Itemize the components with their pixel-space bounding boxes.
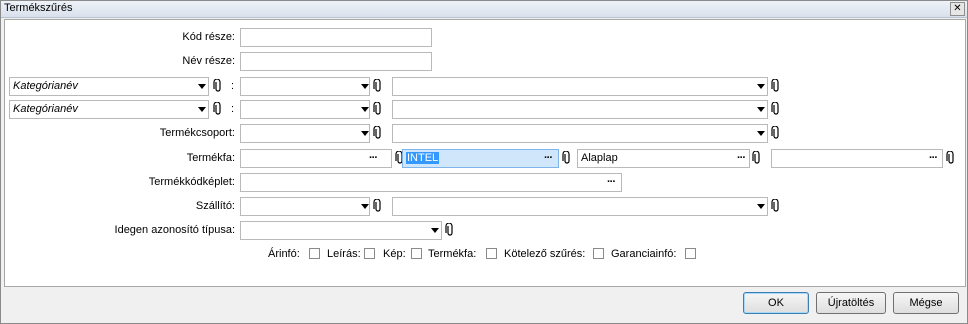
chevron-down-icon xyxy=(361,204,369,209)
category-detail-select-1[interactable] xyxy=(392,77,768,96)
paperclip-icon[interactable] xyxy=(372,79,384,93)
button-bar: OK Újratöltés Mégse xyxy=(4,287,964,321)
product-group-label: Termékcsoport: xyxy=(159,127,235,139)
paperclip-icon[interactable] xyxy=(945,151,957,165)
name-part-label: Név része: xyxy=(182,55,235,67)
paperclip-icon[interactable] xyxy=(372,199,384,213)
paperclip-icon[interactable] xyxy=(770,102,782,116)
ellipsis-icon[interactable]: ··· xyxy=(737,152,746,164)
chevron-down-icon xyxy=(757,131,765,136)
code-part-input[interactable] xyxy=(240,28,432,47)
price-info-checkbox[interactable] xyxy=(309,248,320,259)
title-bar: Termékszűrés ✕ xyxy=(1,1,967,18)
chevron-down-icon xyxy=(198,84,206,89)
ok-button[interactable]: OK xyxy=(743,292,809,314)
code-part-label: Kód része: xyxy=(182,31,235,43)
image-label: Kép: xyxy=(383,248,406,260)
chevron-down-icon xyxy=(361,107,369,112)
supplier-label: Szállító: xyxy=(195,200,235,212)
name-part-input[interactable] xyxy=(240,52,432,71)
mandatory-filter-label: Kötelező szűrés: xyxy=(504,248,586,260)
product-tree-check-label: Termékfa: xyxy=(428,248,477,260)
category-detail-select-2[interactable] xyxy=(392,100,768,119)
reload-button[interactable]: Újratöltés xyxy=(816,292,886,314)
category-value-select-2[interactable] xyxy=(240,100,370,119)
ellipsis-icon[interactable]: ··· xyxy=(544,152,553,164)
chevron-down-icon xyxy=(431,228,439,233)
product-tree-label: Termékfa: xyxy=(186,152,235,164)
paperclip-icon[interactable] xyxy=(444,223,456,237)
paperclip-icon[interactable] xyxy=(372,126,384,140)
category-name-value-1: Kategórianév xyxy=(13,80,78,92)
paperclip-icon[interactable] xyxy=(561,151,573,165)
paperclip-icon[interactable] xyxy=(751,151,763,165)
product-tree-value-2: INTEL xyxy=(406,152,440,164)
product-group-detail-select[interactable] xyxy=(392,124,768,143)
paperclip-icon[interactable] xyxy=(372,102,384,116)
price-info-label: Árinfó: xyxy=(268,248,300,260)
product-tree-value-3: Alaplap xyxy=(581,152,618,164)
warranty-info-label: Garanciainfó: xyxy=(611,248,677,260)
product-tree-field-2[interactable]: INTEL ··· xyxy=(402,149,559,168)
product-code-formula-input[interactable]: ··· xyxy=(240,173,622,192)
chevron-down-icon xyxy=(361,84,369,89)
paperclip-icon[interactable] xyxy=(770,199,782,213)
product-tree-field-3[interactable]: Alaplap ··· xyxy=(577,149,750,168)
image-checkbox[interactable] xyxy=(411,248,422,259)
paperclip-icon[interactable] xyxy=(770,126,782,140)
foreign-id-type-label: Idegen azonosító típusa: xyxy=(114,224,235,236)
chevron-down-icon xyxy=(757,84,765,89)
separator-colon: : xyxy=(231,103,235,115)
chevron-down-icon xyxy=(757,107,765,112)
supplier-detail-select[interactable] xyxy=(392,197,768,216)
ellipsis-icon[interactable]: ··· xyxy=(369,152,378,164)
category-name-select-2[interactable]: Kategórianév xyxy=(9,100,209,119)
chevron-down-icon xyxy=(361,131,369,136)
product-code-formula-label: Termékkódképlet: xyxy=(148,176,235,188)
description-checkbox[interactable] xyxy=(364,248,375,259)
product-group-select[interactable] xyxy=(240,124,370,143)
window-title: Termékszűrés xyxy=(4,2,73,14)
foreign-id-type-select[interactable] xyxy=(240,221,442,240)
chevron-down-icon xyxy=(198,107,206,112)
paperclip-icon[interactable] xyxy=(770,79,782,93)
chevron-down-icon xyxy=(757,204,765,209)
mandatory-filter-checkbox[interactable] xyxy=(593,248,604,259)
description-label: Leírás: xyxy=(327,248,361,260)
close-button[interactable]: ✕ xyxy=(950,2,965,16)
supplier-select[interactable] xyxy=(240,197,370,216)
filter-panel: Kód része: Név része: Kategórianév : Kat… xyxy=(4,19,966,287)
product-tree-field-1[interactable]: ··· xyxy=(240,149,392,168)
separator-colon: : xyxy=(231,80,235,92)
warranty-info-checkbox[interactable] xyxy=(685,248,696,259)
ellipsis-icon[interactable]: ··· xyxy=(607,176,616,188)
paperclip-icon[interactable] xyxy=(212,102,224,116)
category-name-select-1[interactable]: Kategórianév xyxy=(9,77,209,96)
product-tree-checkbox[interactable] xyxy=(486,248,497,259)
category-value-select-1[interactable] xyxy=(240,77,370,96)
paperclip-icon[interactable] xyxy=(212,79,224,93)
product-tree-field-4[interactable]: ··· xyxy=(771,149,943,168)
dialog-window: Termékszűrés ✕ Kód része: Név része: Kat… xyxy=(0,0,968,324)
category-name-value-2: Kategórianév xyxy=(13,103,78,115)
cancel-button[interactable]: Mégse xyxy=(893,292,959,314)
ellipsis-icon[interactable]: ··· xyxy=(929,152,938,164)
